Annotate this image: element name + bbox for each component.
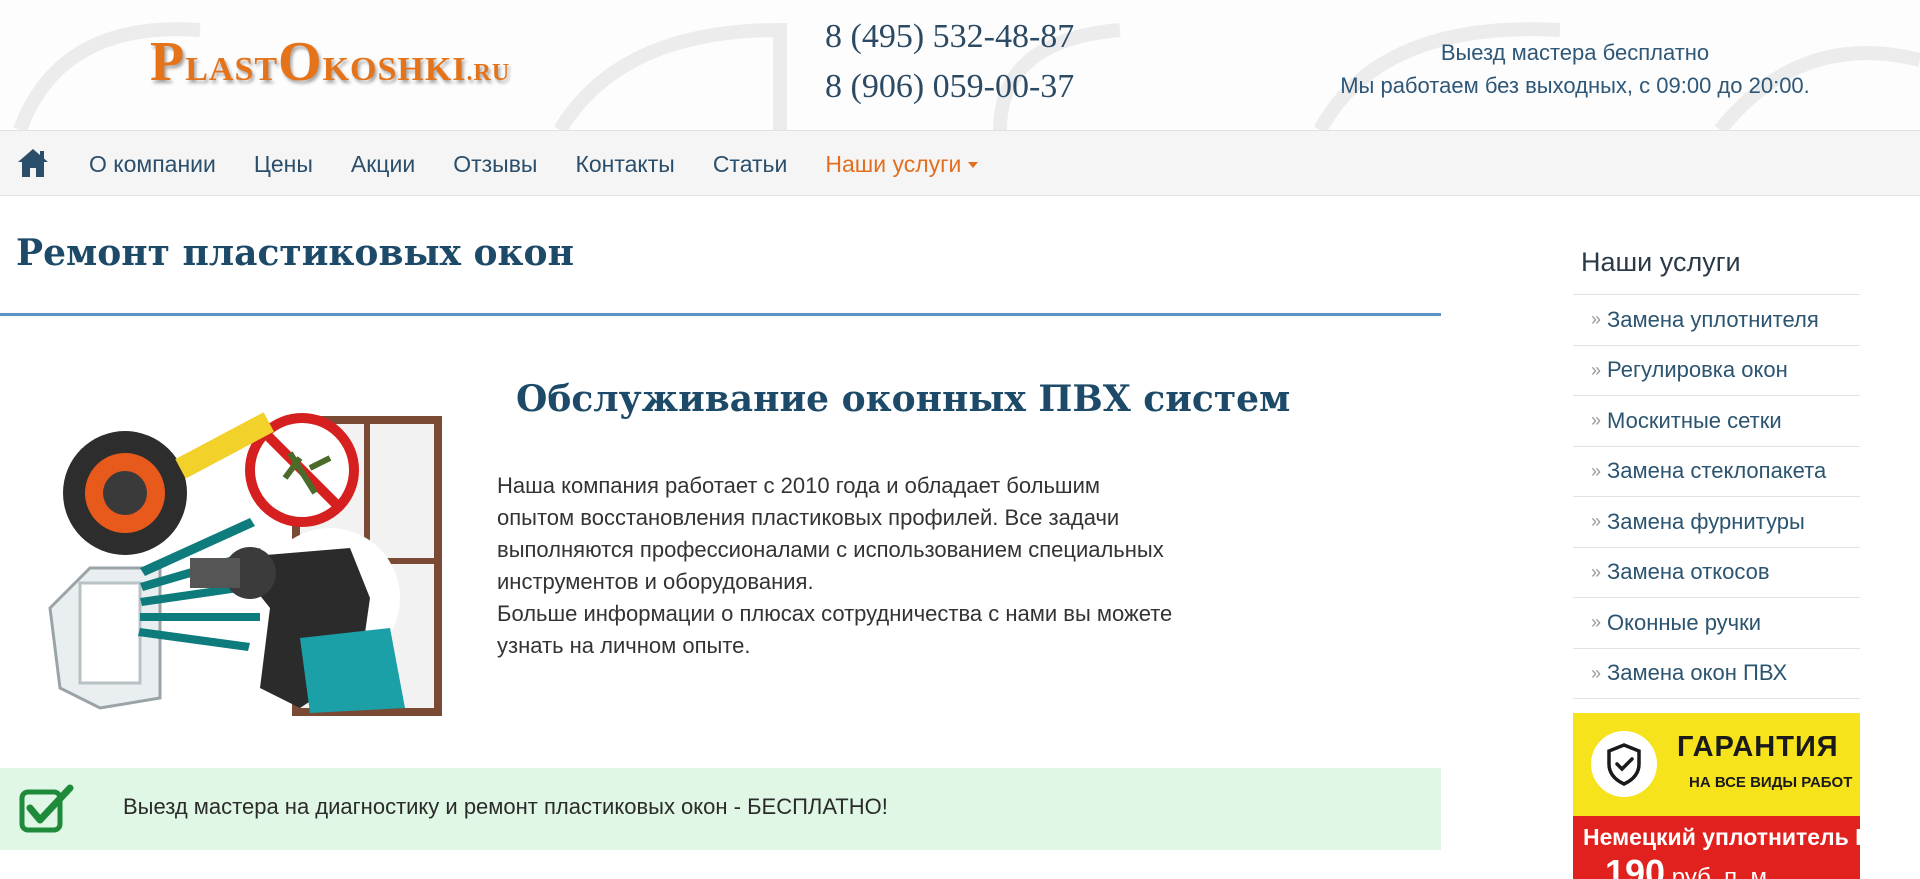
nav-item-about[interactable]: О компании — [70, 151, 235, 178]
banner-price-unit: руб. п. м. — [1665, 864, 1774, 879]
banner-subtitle: НА ВСЕ ВИДЫ РАБОТ — [1689, 774, 1853, 791]
double-chevron-right-icon: » — [1591, 460, 1602, 481]
nav-item-services-dropdown[interactable]: Наши услуги — [806, 151, 997, 178]
banner-shield-badge — [1591, 731, 1657, 797]
banner-bottom: Немецкий уплотнитель EPDM 190 руб. п. м. — [1573, 816, 1860, 879]
phone-number-1[interactable]: 8 (495) 532-48-87 — [825, 12, 1074, 62]
service-label: Замена уплотнителя — [1607, 306, 1819, 332]
banner-title: ГАРАНТИЯ — [1677, 731, 1839, 763]
intro-paragraph-1: Наша компания работает с 2010 года и обл… — [497, 473, 1164, 594]
service-label: Замена откосов — [1607, 559, 1770, 585]
service-item-mosquito-nets[interactable]: » Москитные сетки — [1573, 396, 1860, 447]
service-item-window-adjustment[interactable]: » Регулировка окон — [1573, 346, 1860, 396]
site-header: PLASTOKOSHKI.RU 8 (495) 532-48-87 8 (906… — [0, 0, 1920, 130]
nav-item-services-label: Наши услуги — [825, 150, 962, 177]
phone-number-2[interactable]: 8 (906) 059-00-37 — [825, 62, 1074, 112]
header-phones: 8 (495) 532-48-87 8 (906) 059-00-37 — [825, 12, 1074, 112]
banner-price-number: 190 — [1605, 852, 1666, 879]
site-logo[interactable]: PLASTOKOSHKI.RU — [150, 30, 510, 94]
service-label: Замена окон ПВХ — [1607, 660, 1788, 686]
banner-seal-text: Немецкий уплотнитель EPDM — [1583, 824, 1860, 850]
banner-price: 190 руб. п. м. — [1605, 852, 1774, 879]
guarantee-banner[interactable]: ГАРАНТИЯ НА ВСЕ ВИДЫ РАБОТ Немецкий упло… — [1573, 713, 1860, 879]
caret-down-icon — [968, 162, 979, 169]
repair-tools-illustration — [48, 412, 442, 716]
service-item-window-handles[interactable]: » Оконные ручки — [1573, 598, 1860, 649]
sidebar-title: Наши услуги — [1581, 247, 1741, 277]
nav-item-promotions[interactable]: Акции — [332, 151, 434, 178]
service-item-seal-replacement[interactable]: » Замена уплотнителя — [1573, 295, 1860, 346]
sidebar: Наши услуги » Замена уплотнителя » Регулир… — [1573, 242, 1860, 699]
service-item-slopes-replacement[interactable]: » Замена откосов — [1573, 548, 1860, 598]
double-chevron-right-icon: » — [1591, 612, 1602, 633]
intro-text: Наша компания работает с 2010 года и обл… — [497, 470, 1177, 662]
free-visit-text: Выезд мастера бесплатно — [1440, 40, 1710, 65]
service-label: Оконные ручки — [1607, 609, 1762, 635]
services-list: » Замена уплотнителя » Регулировка окон » М… — [1573, 294, 1860, 699]
service-label: Замена стеклопакета — [1607, 458, 1827, 484]
double-chevron-right-icon: » — [1591, 511, 1602, 532]
nav-menu: О компании Цены Акции Отзывы Контакты Ст… — [70, 131, 997, 197]
checkbox-check-icon — [19, 784, 74, 833]
nav-item-articles[interactable]: Статьи — [694, 151, 807, 178]
double-chevron-right-icon: » — [1591, 410, 1602, 431]
main-navigation: О компании Цены Акции Отзывы Контакты Ст… — [0, 130, 1920, 196]
service-item-glass-unit-replacement[interactable]: » Замена стеклопакета — [1573, 447, 1860, 497]
alert-text: Выезд мастера на диагностику и ремонт пл… — [123, 794, 888, 819]
service-label: Москитные сетки — [1607, 407, 1782, 433]
home-icon[interactable] — [16, 147, 50, 179]
nav-item-prices[interactable]: Цены — [235, 151, 332, 178]
double-chevron-right-icon: » — [1591, 662, 1602, 683]
title-divider — [0, 313, 1441, 316]
free-visit-alert: Выезд мастера на диагностику и ремонт пл… — [0, 768, 1441, 850]
shield-check-icon — [1607, 743, 1641, 786]
service-item-pvc-window-replacement[interactable]: » Замена окон ПВХ — [1573, 649, 1860, 699]
nav-item-contacts[interactable]: Контакты — [556, 151, 693, 178]
nav-item-reviews[interactable]: Отзывы — [434, 151, 556, 178]
section-heading: Обслуживание оконных ПВХ систем — [516, 378, 1291, 420]
page-title: Ремонт пластиковых окон — [16, 232, 574, 274]
service-label: Регулировка окон — [1607, 357, 1788, 383]
service-item-hardware-replacement[interactable]: » Замена фурнитуры — [1573, 497, 1860, 548]
service-label: Замена фурнитуры — [1607, 508, 1805, 534]
intro-paragraph-2: Больше информации о плюсах сотрудничеств… — [497, 601, 1173, 658]
working-hours-text: Мы работаем без выходных, с 09:00 до 20:… — [1340, 73, 1810, 98]
double-chevron-right-icon: » — [1591, 359, 1602, 380]
banner-top: ГАРАНТИЯ НА ВСЕ ВИДЫ РАБОТ — [1573, 713, 1860, 816]
double-chevron-right-icon: » — [1591, 561, 1602, 582]
header-info: Выезд мастера бесплатно Мы работаем без … — [1305, 36, 1845, 102]
double-chevron-right-icon: » — [1591, 309, 1602, 330]
